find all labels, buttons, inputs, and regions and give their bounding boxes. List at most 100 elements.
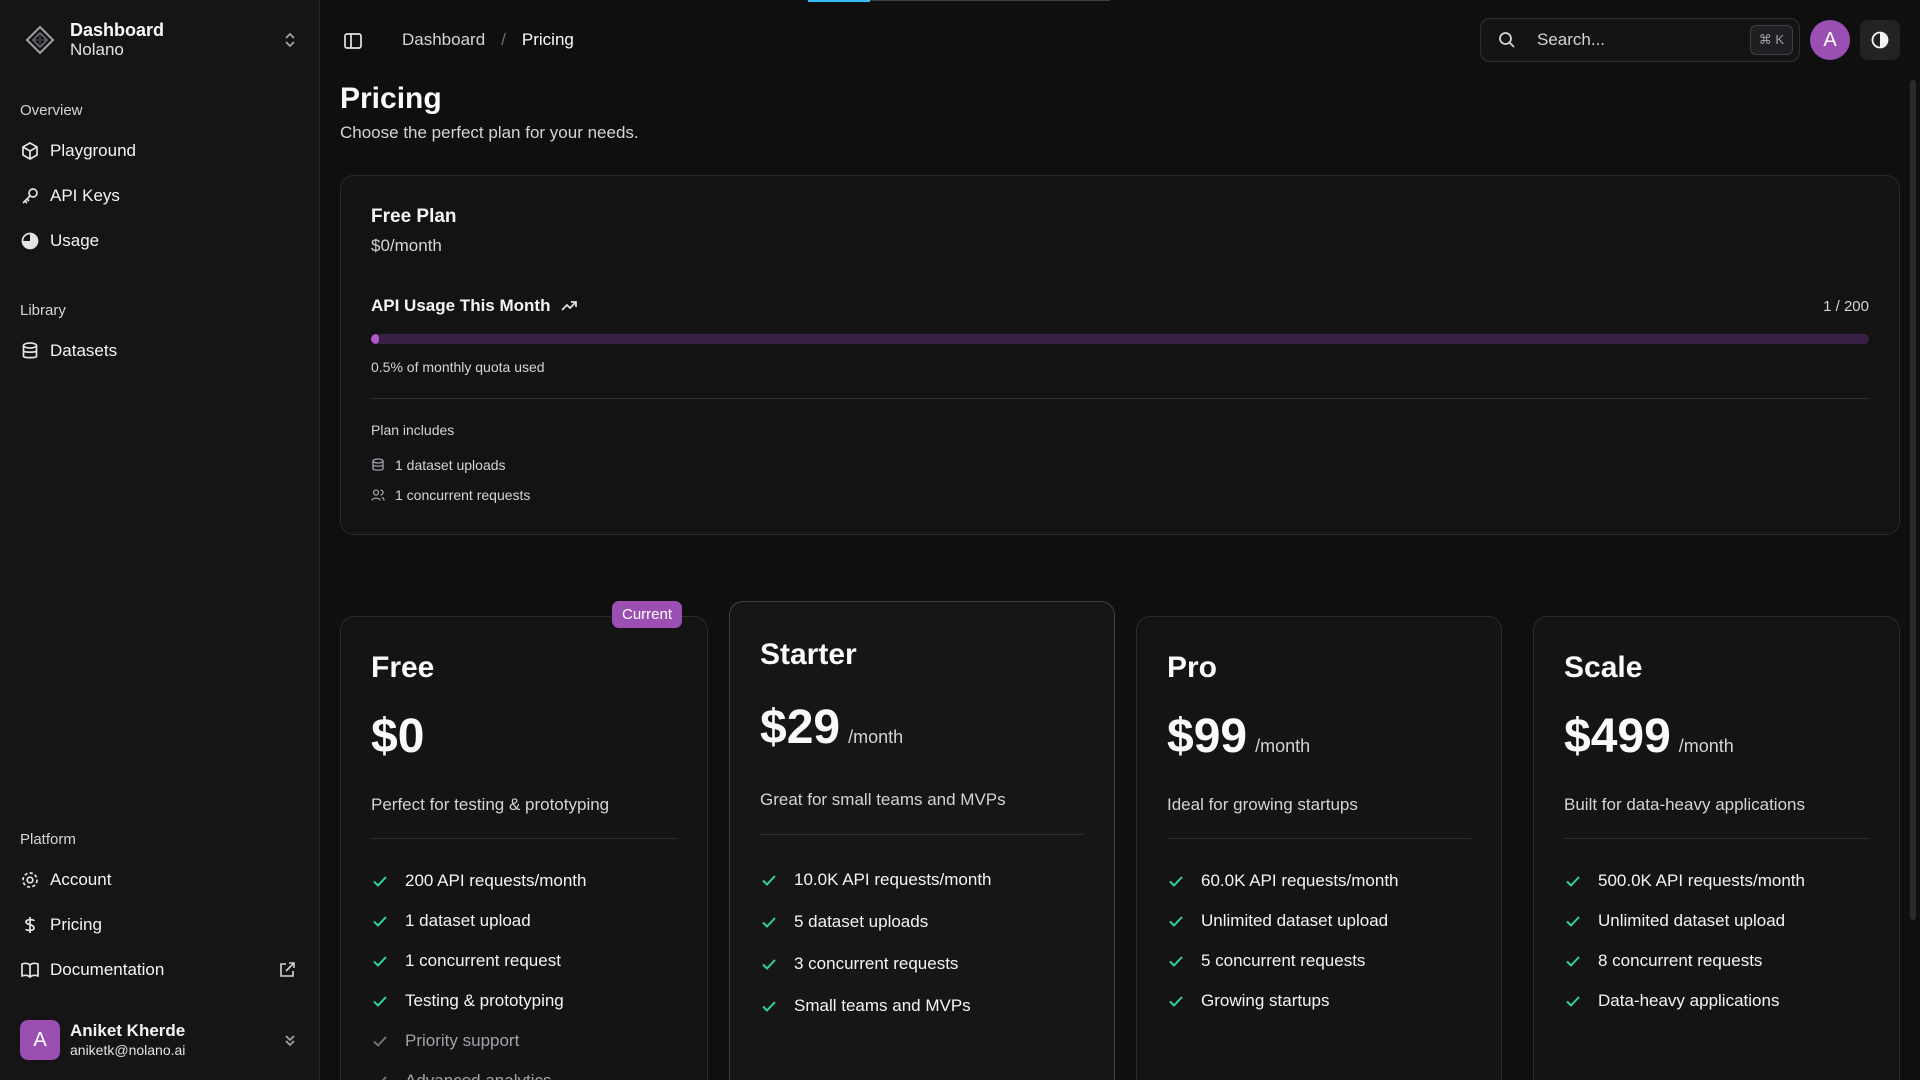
tier-feature-text: Growing startups (1201, 991, 1330, 1010)
check-icon (1167, 992, 1185, 1010)
tier-feature-text: 5 concurrent requests (1201, 951, 1366, 970)
search-input[interactable]: Search... ⌘ K (1480, 18, 1800, 62)
sidebar: Dashboard Nolano Overview Playground API… (0, 0, 320, 1080)
usage-percent-text: 0.5% of monthly quota used (371, 359, 545, 375)
tier-price: $0 (371, 709, 424, 764)
check-icon (760, 997, 778, 1015)
sidebar-item-label: Datasets (50, 341, 118, 360)
tier-feature: Growing startups (1167, 991, 1330, 1011)
current-plan-price: $0/month (371, 236, 442, 255)
divider (1564, 838, 1869, 839)
workspace-title: Dashboard (70, 20, 165, 40)
avatar: A (20, 1020, 60, 1060)
chevron-up-down-icon (280, 30, 300, 50)
chevron-down-icon (280, 1030, 300, 1050)
page-subtitle: Choose the perfect plan for your needs. (340, 123, 639, 142)
users-icon (371, 488, 385, 502)
workspace-switcher[interactable]: Dashboard Nolano (20, 16, 300, 64)
tier-feature-text: 8 concurrent requests (1598, 951, 1763, 970)
database-icon (20, 341, 40, 361)
tier-feature: Unlimited dataset upload (1564, 911, 1785, 931)
tier-feature: 5 dataset uploads (760, 912, 928, 932)
usage-title: API Usage This Month (371, 296, 578, 316)
tier-name: Free (371, 651, 435, 684)
check-icon (1564, 992, 1582, 1010)
tier-price: $29 /month (760, 700, 903, 755)
divider (371, 838, 677, 839)
tier-card-scale: Scale $499 /month Built for data-heavy a… (1533, 616, 1900, 1080)
tier-feature-unavailable: Advanced analytics (371, 1071, 551, 1080)
check-icon (1167, 872, 1185, 890)
external-link-icon (278, 961, 296, 979)
sidebar-item-documentation[interactable]: Documentation (12, 950, 308, 990)
sidebar-item-datasets[interactable]: Datasets (12, 331, 308, 371)
usage-progress-fill (371, 334, 379, 344)
check-icon (371, 872, 389, 890)
plan-includes-label: Plan includes (371, 422, 455, 438)
search-shortcut: ⌘ K (1749, 25, 1793, 55)
tier-card-pro: Pro $99 /month Ideal for growing startup… (1136, 616, 1502, 1080)
check-icon (371, 1072, 389, 1080)
plan-include-text: 1 dataset uploads (395, 457, 506, 473)
user-menu[interactable]: A Aniket Kherde aniketk@nolano.ai (20, 1016, 300, 1064)
tier-feature-text: 3 concurrent requests (794, 954, 959, 973)
divider (1167, 838, 1471, 839)
tier-feature: 1 concurrent request (371, 951, 561, 971)
divider (760, 834, 1084, 835)
tier-feature-text: 1 dataset upload (405, 911, 531, 930)
tier-feature-text: 1 concurrent request (405, 951, 561, 970)
tier-price: $99 /month (1167, 709, 1310, 764)
user-name: Aniket Kherde (70, 1021, 186, 1040)
tier-feature-text: Small teams and MVPs (794, 996, 971, 1015)
tier-price: $499 /month (1564, 709, 1734, 764)
scrollbar[interactable] (1910, 80, 1916, 920)
pie-chart-icon (20, 231, 40, 251)
tier-description: Built for data-heavy applications (1564, 795, 1805, 814)
sidebar-item-api-keys[interactable]: API Keys (12, 176, 308, 216)
breadcrumb-separator: / (501, 30, 506, 49)
contrast-icon (1870, 30, 1890, 50)
sidebar-item-label: API Keys (50, 186, 120, 205)
usage-progress-bar (371, 334, 1869, 344)
sidebar-toggle-icon[interactable] (342, 30, 364, 52)
tier-feature-text: Priority support (405, 1031, 520, 1050)
tier-feature: 200 API requests/month (371, 871, 586, 891)
plan-include-text: 1 concurrent requests (395, 487, 531, 503)
sidebar-item-playground[interactable]: Playground (12, 131, 308, 171)
sidebar-item-usage[interactable]: Usage (12, 221, 308, 261)
tier-name: Pro (1167, 651, 1218, 684)
tier-description: Perfect for testing & prototyping (371, 795, 610, 814)
section-label-platform: Platform (20, 831, 76, 848)
tier-price-amount: $0 (371, 710, 425, 763)
user-email: aniketk@nolano.ai (70, 1042, 186, 1058)
dollar-icon (20, 915, 40, 935)
search-placeholder: Search... (1537, 30, 1606, 49)
tier-description: Ideal for growing startups (1167, 795, 1358, 814)
sidebar-item-pricing[interactable]: Pricing (12, 905, 308, 945)
check-icon (760, 955, 778, 973)
tier-feature: 5 concurrent requests (1167, 951, 1365, 971)
tier-feature: 500.0K API requests/month (1564, 871, 1805, 891)
sidebar-item-label: Documentation (50, 960, 165, 979)
page-title: Pricing (340, 82, 442, 115)
search-icon (1497, 30, 1517, 50)
plan-include-item: 1 dataset uploads (371, 457, 506, 473)
check-icon (760, 913, 778, 931)
theme-toggle-button[interactable] (1860, 20, 1900, 60)
tier-price-amount: $29 (760, 701, 841, 754)
tier-feature: Data-heavy applications (1564, 991, 1779, 1011)
header-avatar[interactable]: A (1810, 20, 1850, 60)
sidebar-item-account[interactable]: Account (12, 860, 308, 900)
usage-count: 1 / 200 (1823, 298, 1869, 315)
check-icon (1564, 952, 1582, 970)
logo-icon (20, 20, 60, 60)
gear-icon (20, 870, 40, 890)
tier-price-period: /month (1678, 736, 1734, 756)
breadcrumb-dashboard[interactable]: Dashboard (402, 30, 485, 50)
section-label-overview: Overview (20, 102, 83, 119)
check-icon (371, 912, 389, 930)
cube-icon (20, 141, 40, 161)
tier-feature-text: Data-heavy applications (1598, 991, 1780, 1010)
tier-price-amount: $499 (1564, 710, 1671, 763)
tier-feature-text: 200 API requests/month (405, 871, 587, 890)
